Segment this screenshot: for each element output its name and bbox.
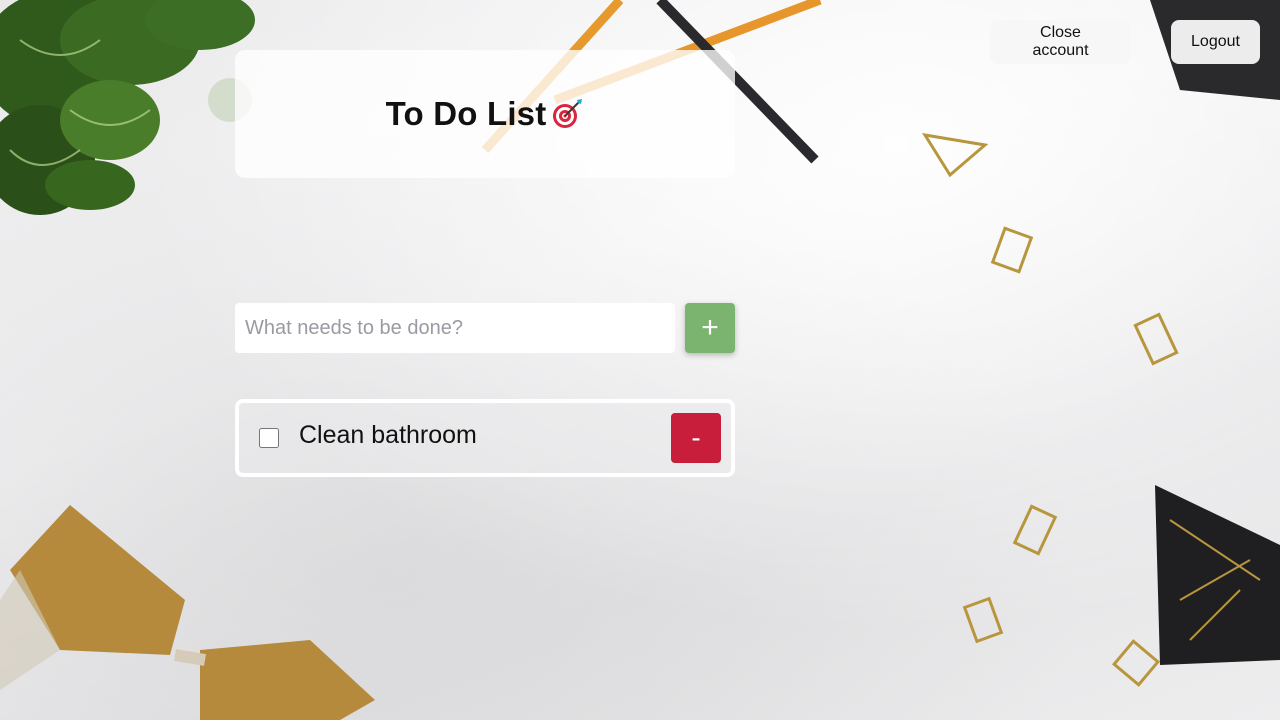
new-task-input[interactable] [235, 303, 675, 353]
remove-task-button[interactable]: - [671, 413, 721, 463]
add-task-row: + [235, 303, 735, 353]
add-task-button[interactable]: + [685, 303, 735, 353]
hourglass-decoration [0, 505, 375, 720]
close-account-button[interactable]: Close account [990, 20, 1131, 64]
target-dart-icon [553, 99, 583, 128]
plant-leaves-decoration [0, 0, 255, 215]
logout-button[interactable]: Logout [1171, 20, 1260, 64]
title-card: To Do List [235, 50, 735, 178]
clip-holder-decoration [1150, 0, 1280, 665]
list-item: Clean bathroom - [235, 399, 735, 477]
page-title: To Do List [385, 95, 547, 132]
paper-clips-decoration [921, 132, 1179, 687]
todo-checkbox[interactable] [259, 428, 279, 448]
todo-text: Clean bathroom [299, 421, 477, 449]
